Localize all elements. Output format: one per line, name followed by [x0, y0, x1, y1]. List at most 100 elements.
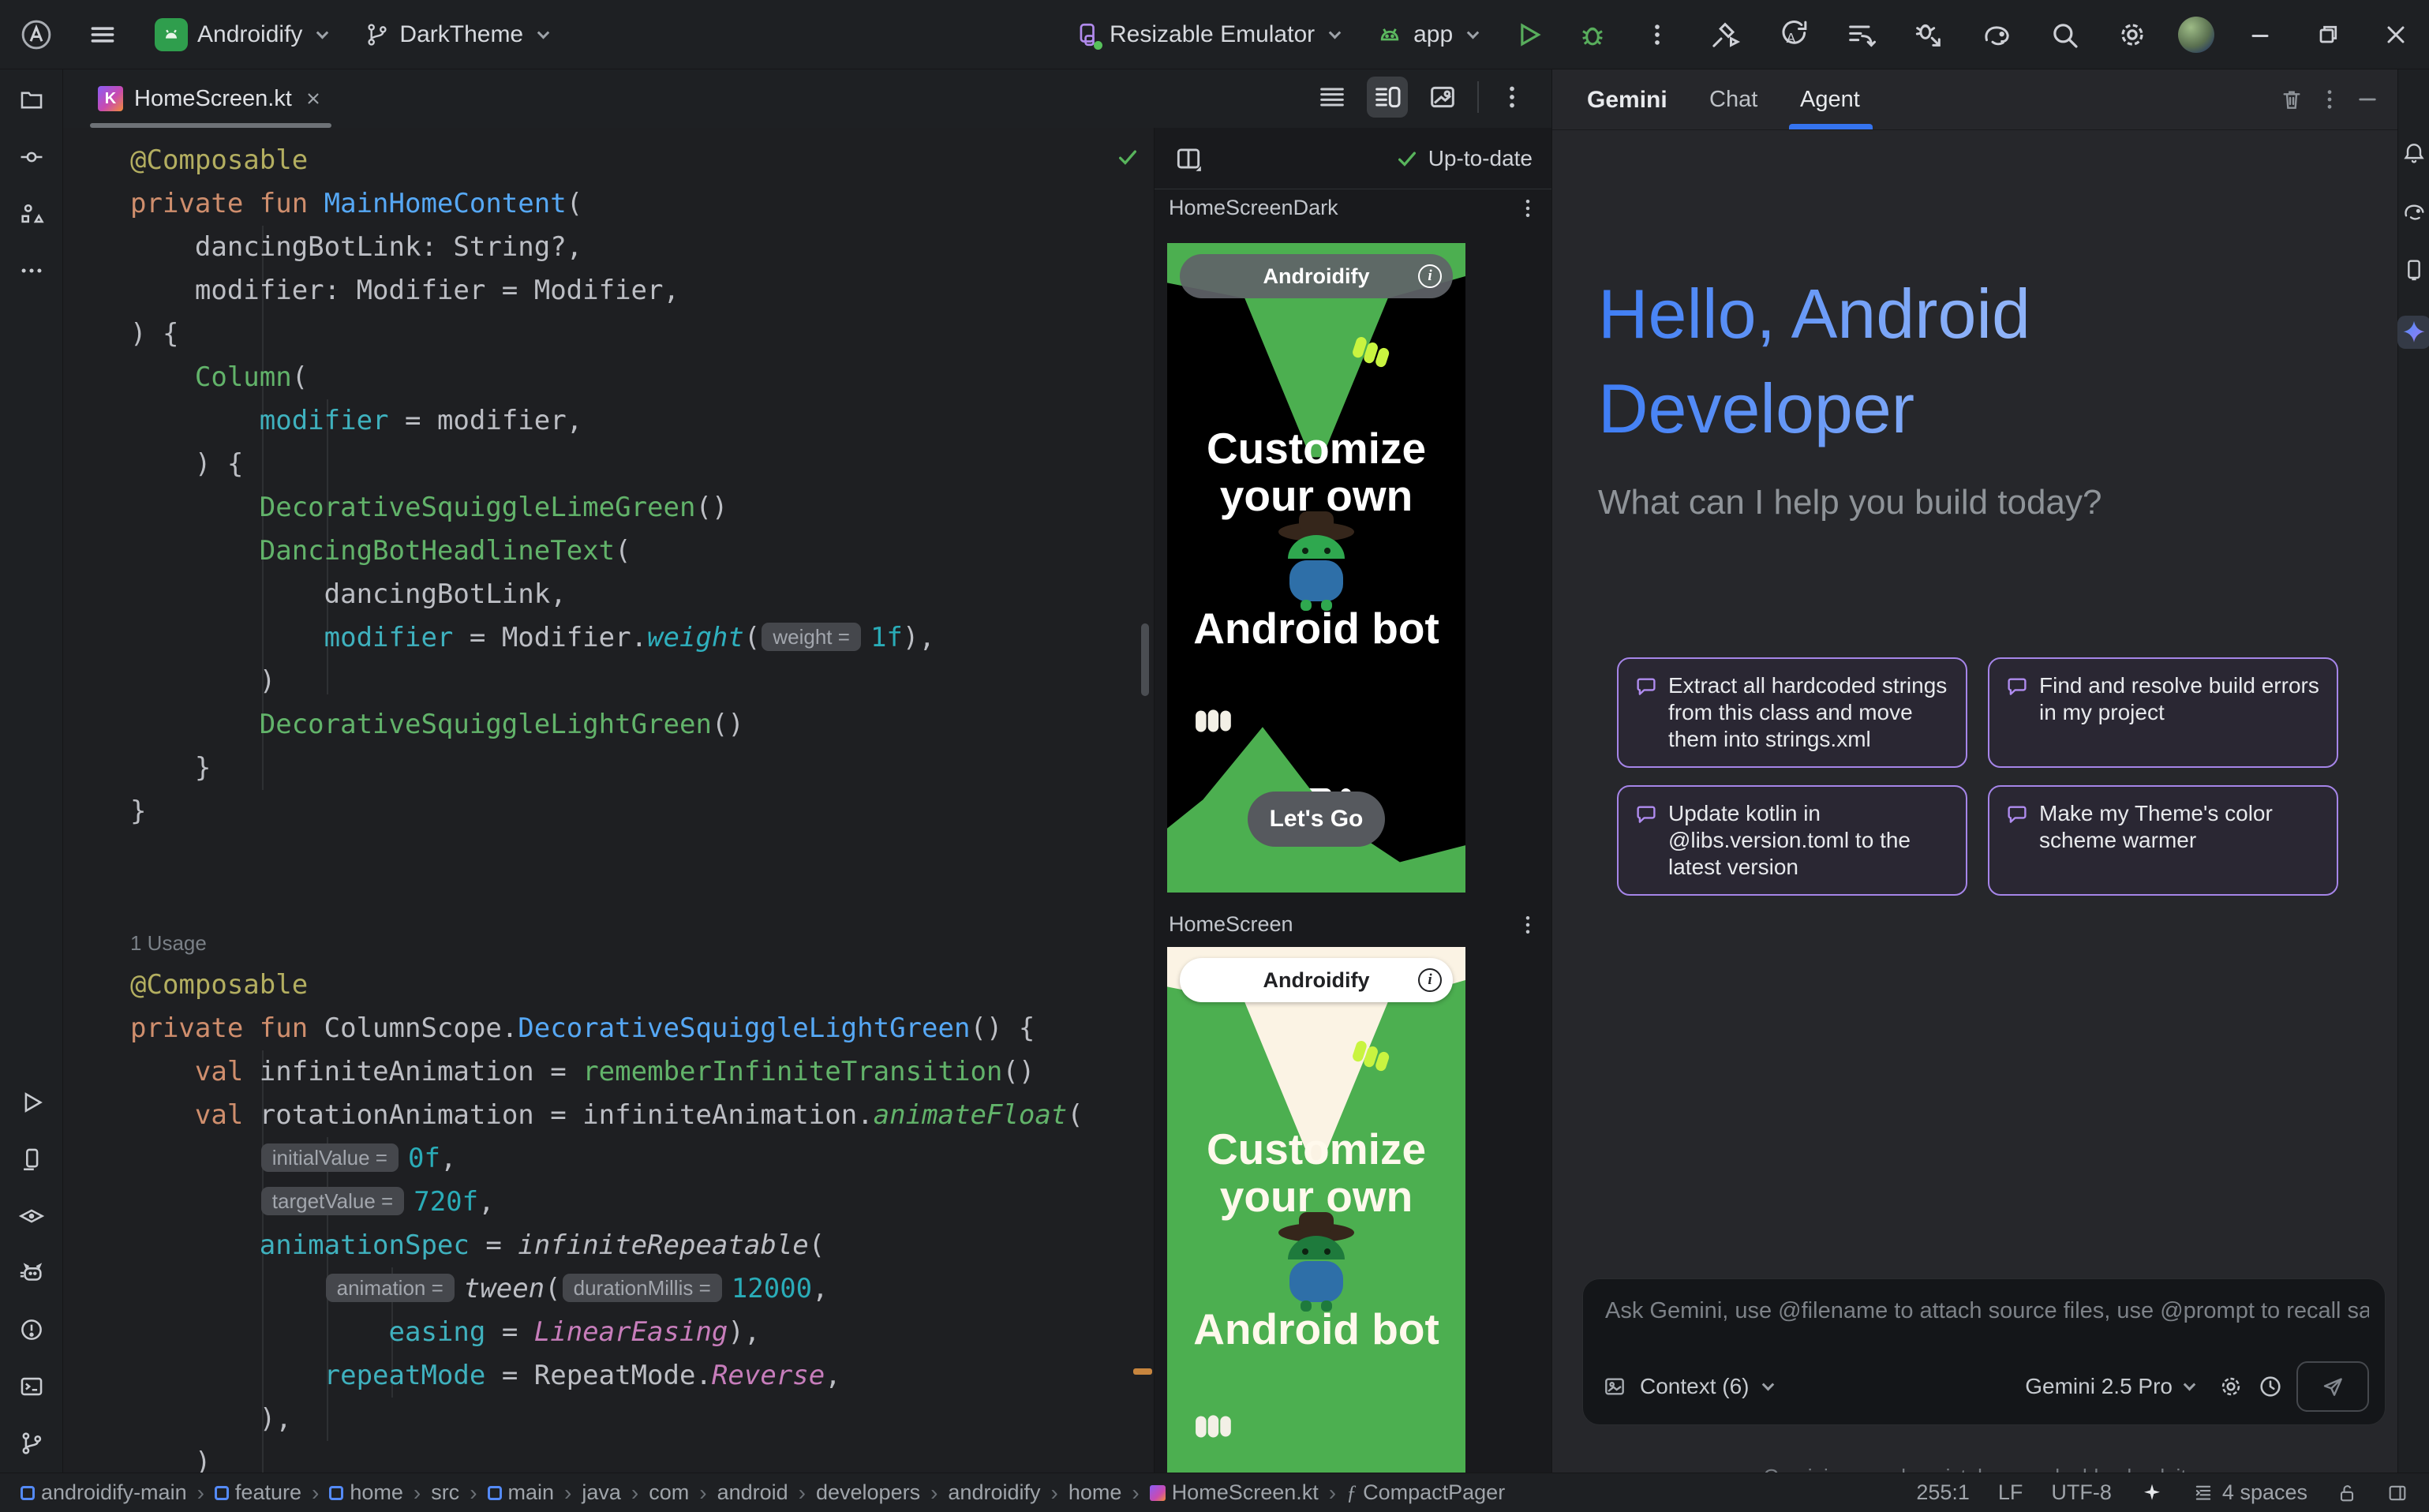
code-line[interactable]: repeatMode = RepeatMode.Reverse,: [130, 1354, 1084, 1398]
terminal-tool-button[interactable]: [18, 1373, 45, 1400]
project-tool-button[interactable]: [18, 87, 45, 114]
code-line[interactable]: modifier: Modifier = Modifier,: [130, 269, 1084, 313]
maximize-window-button[interactable]: [2306, 13, 2350, 57]
problems-tool-button[interactable]: [18, 1316, 45, 1343]
run-button[interactable]: [1506, 13, 1550, 57]
code-line[interactable]: ),: [130, 1398, 1084, 1441]
breadcrumb-item[interactable]: androidify: [948, 1480, 1040, 1505]
code-line[interactable]: modifier = modifier,: [130, 399, 1084, 443]
apply-code-changes-button[interactable]: [1839, 13, 1883, 57]
project-selector[interactable]: Androidify: [147, 18, 335, 51]
code-line[interactable]: val rotationAnimation = infiniteAnimatio…: [130, 1094, 1084, 1137]
code-line[interactable]: targetValue =720f,: [130, 1181, 1084, 1224]
code-line[interactable]: [130, 877, 1084, 920]
branch-selector[interactable]: DarkTheme: [357, 21, 556, 48]
code-line[interactable]: easing = LinearEasing),: [130, 1311, 1084, 1354]
panel-layout-toggle[interactable]: [2386, 1482, 2408, 1504]
inspections-ok-icon[interactable]: [1116, 145, 1140, 169]
code-line[interactable]: [130, 833, 1084, 877]
caret-position[interactable]: 255:1: [1916, 1480, 1970, 1505]
history-button[interactable]: [2257, 1373, 2284, 1400]
delete-conversation-button[interactable]: [2279, 87, 2304, 112]
structure-tool-button[interactable]: [18, 200, 45, 227]
breadcrumb-item[interactable]: developers: [816, 1480, 920, 1505]
breadcrumb-item[interactable]: home: [1069, 1480, 1122, 1505]
gemini-settings-button[interactable]: [2218, 1373, 2244, 1400]
editor-options-button[interactable]: [1493, 78, 1531, 116]
gemini-options-button[interactable]: [2317, 87, 2342, 112]
code-line[interactable]: ) {: [130, 313, 1084, 356]
hide-panel-button[interactable]: [2355, 87, 2380, 112]
code-line[interactable]: Column(: [130, 356, 1084, 399]
commit-tool-button[interactable]: [18, 144, 45, 170]
lets-go-button[interactable]: Let's Go: [1248, 792, 1385, 847]
preview-menu-icon[interactable]: [1516, 196, 1540, 220]
code-line[interactable]: private fun MainHomeContent(: [130, 182, 1084, 226]
run-configuration-selector[interactable]: app: [1368, 21, 1485, 49]
gradle-tool-button[interactable]: [2401, 199, 2427, 224]
settings-button[interactable]: [2110, 13, 2154, 57]
code-line[interactable]: initialValue =0f,: [130, 1137, 1084, 1181]
split-view-button[interactable]: [1367, 77, 1408, 118]
main-menu-button[interactable]: [80, 13, 125, 57]
gemini-input-box[interactable]: Ask Gemini, use @filename to attach sour…: [1582, 1278, 2386, 1425]
code-view-button[interactable]: [1312, 77, 1353, 118]
preview-layout-icon[interactable]: [1173, 144, 1203, 174]
breadcrumb-item[interactable]: android: [717, 1480, 788, 1505]
gemini-tool-button[interactable]: [2397, 316, 2429, 349]
code-editor[interactable]: @Composableprivate fun MainHomeContent( …: [63, 128, 1154, 1473]
code-line[interactable]: ) {: [130, 443, 1084, 486]
code-line[interactable]: private fun ColumnScope.DecorativeSquigg…: [130, 1007, 1084, 1050]
code-line[interactable]: @Composable: [130, 964, 1084, 1007]
file-encoding[interactable]: UTF-8: [2051, 1480, 2112, 1505]
debug-button[interactable]: [1570, 13, 1615, 57]
breadcrumb-item[interactable]: HomeScreen.kt: [1150, 1480, 1319, 1505]
version-control-tool-button[interactable]: [18, 1430, 45, 1457]
layout-inspector-tool-button[interactable]: [18, 1203, 45, 1229]
preview-menu-icon[interactable]: [1516, 913, 1540, 937]
code-line[interactable]: val infiniteAnimation = rememberInfinite…: [130, 1050, 1084, 1094]
code-line[interactable]: DecorativeSquiggleLimeGreen(): [130, 486, 1084, 530]
code-line[interactable]: modifier = Modifier.weight(weight =1f),: [130, 616, 1084, 660]
preview-canvas-homescreen[interactable]: Androidify i Customize your own Android …: [1167, 947, 1465, 1473]
indent-setting[interactable]: 4 spaces: [2192, 1480, 2307, 1505]
apply-changes-button[interactable]: A: [1771, 13, 1815, 57]
code-line[interactable]: ): [130, 660, 1084, 703]
user-avatar[interactable]: [2178, 17, 2214, 53]
design-view-button[interactable]: [1422, 77, 1463, 118]
breadcrumb-item[interactable]: ƒCompactPager: [1346, 1480, 1505, 1505]
close-window-button[interactable]: [2374, 13, 2418, 57]
gradle-sync-button[interactable]: [1974, 13, 2019, 57]
breadcrumb-item[interactable]: androidify-main: [21, 1480, 187, 1505]
logcat-tool-button[interactable]: [18, 1259, 45, 1286]
code-line[interactable]: }: [130, 747, 1084, 790]
code-line[interactable]: }: [130, 790, 1084, 833]
suggestion-card[interactable]: Make my Theme's color scheme warmer: [1988, 785, 2338, 896]
code-line[interactable]: DancingBotHeadlineText(: [130, 530, 1084, 573]
tab-agent[interactable]: Agent: [1800, 69, 1860, 130]
code-line[interactable]: 1 Usage: [130, 920, 1084, 964]
tab-homescreen-kt[interactable]: K HomeScreen.kt: [85, 69, 336, 128]
suggestion-card[interactable]: Extract all hardcoded strings from this …: [1617, 657, 1967, 768]
code-line[interactable]: animation =tween(durationMillis =12000,: [130, 1267, 1084, 1311]
breadcrumb-item[interactable]: com: [649, 1480, 689, 1505]
build-button[interactable]: [1703, 13, 1747, 57]
send-button[interactable]: [2296, 1361, 2369, 1412]
suggestion-card[interactable]: Find and resolve build errors in my proj…: [1988, 657, 2338, 768]
preview-name-light[interactable]: HomeScreen: [1169, 912, 1293, 937]
minimize-window-button[interactable]: [2238, 13, 2282, 57]
notifications-tool-button[interactable]: [2401, 140, 2427, 166]
ai-spark-icon[interactable]: [2140, 1481, 2164, 1505]
device-selector[interactable]: Resizable Emulator: [1065, 21, 1347, 48]
code-line[interactable]: dancingBotLink: String?,: [130, 226, 1084, 269]
run-tool-button[interactable]: [18, 1089, 45, 1116]
info-icon[interactable]: i: [1418, 264, 1442, 288]
more-tool-windows-button[interactable]: [18, 257, 45, 284]
attach-debugger-button[interactable]: [1907, 13, 1951, 57]
preview-canvas-homescreendark[interactable]: Androidify i Customize your own Android …: [1167, 243, 1465, 893]
editor-scrollbar[interactable]: [1141, 623, 1149, 696]
running-devices-tool-button[interactable]: [18, 1146, 45, 1173]
line-ending[interactable]: LF: [1998, 1480, 2023, 1505]
code-line[interactable]: dancingBotLink,: [130, 573, 1084, 616]
code-line[interactable]: animationSpec = infiniteRepeatable(: [130, 1224, 1084, 1267]
